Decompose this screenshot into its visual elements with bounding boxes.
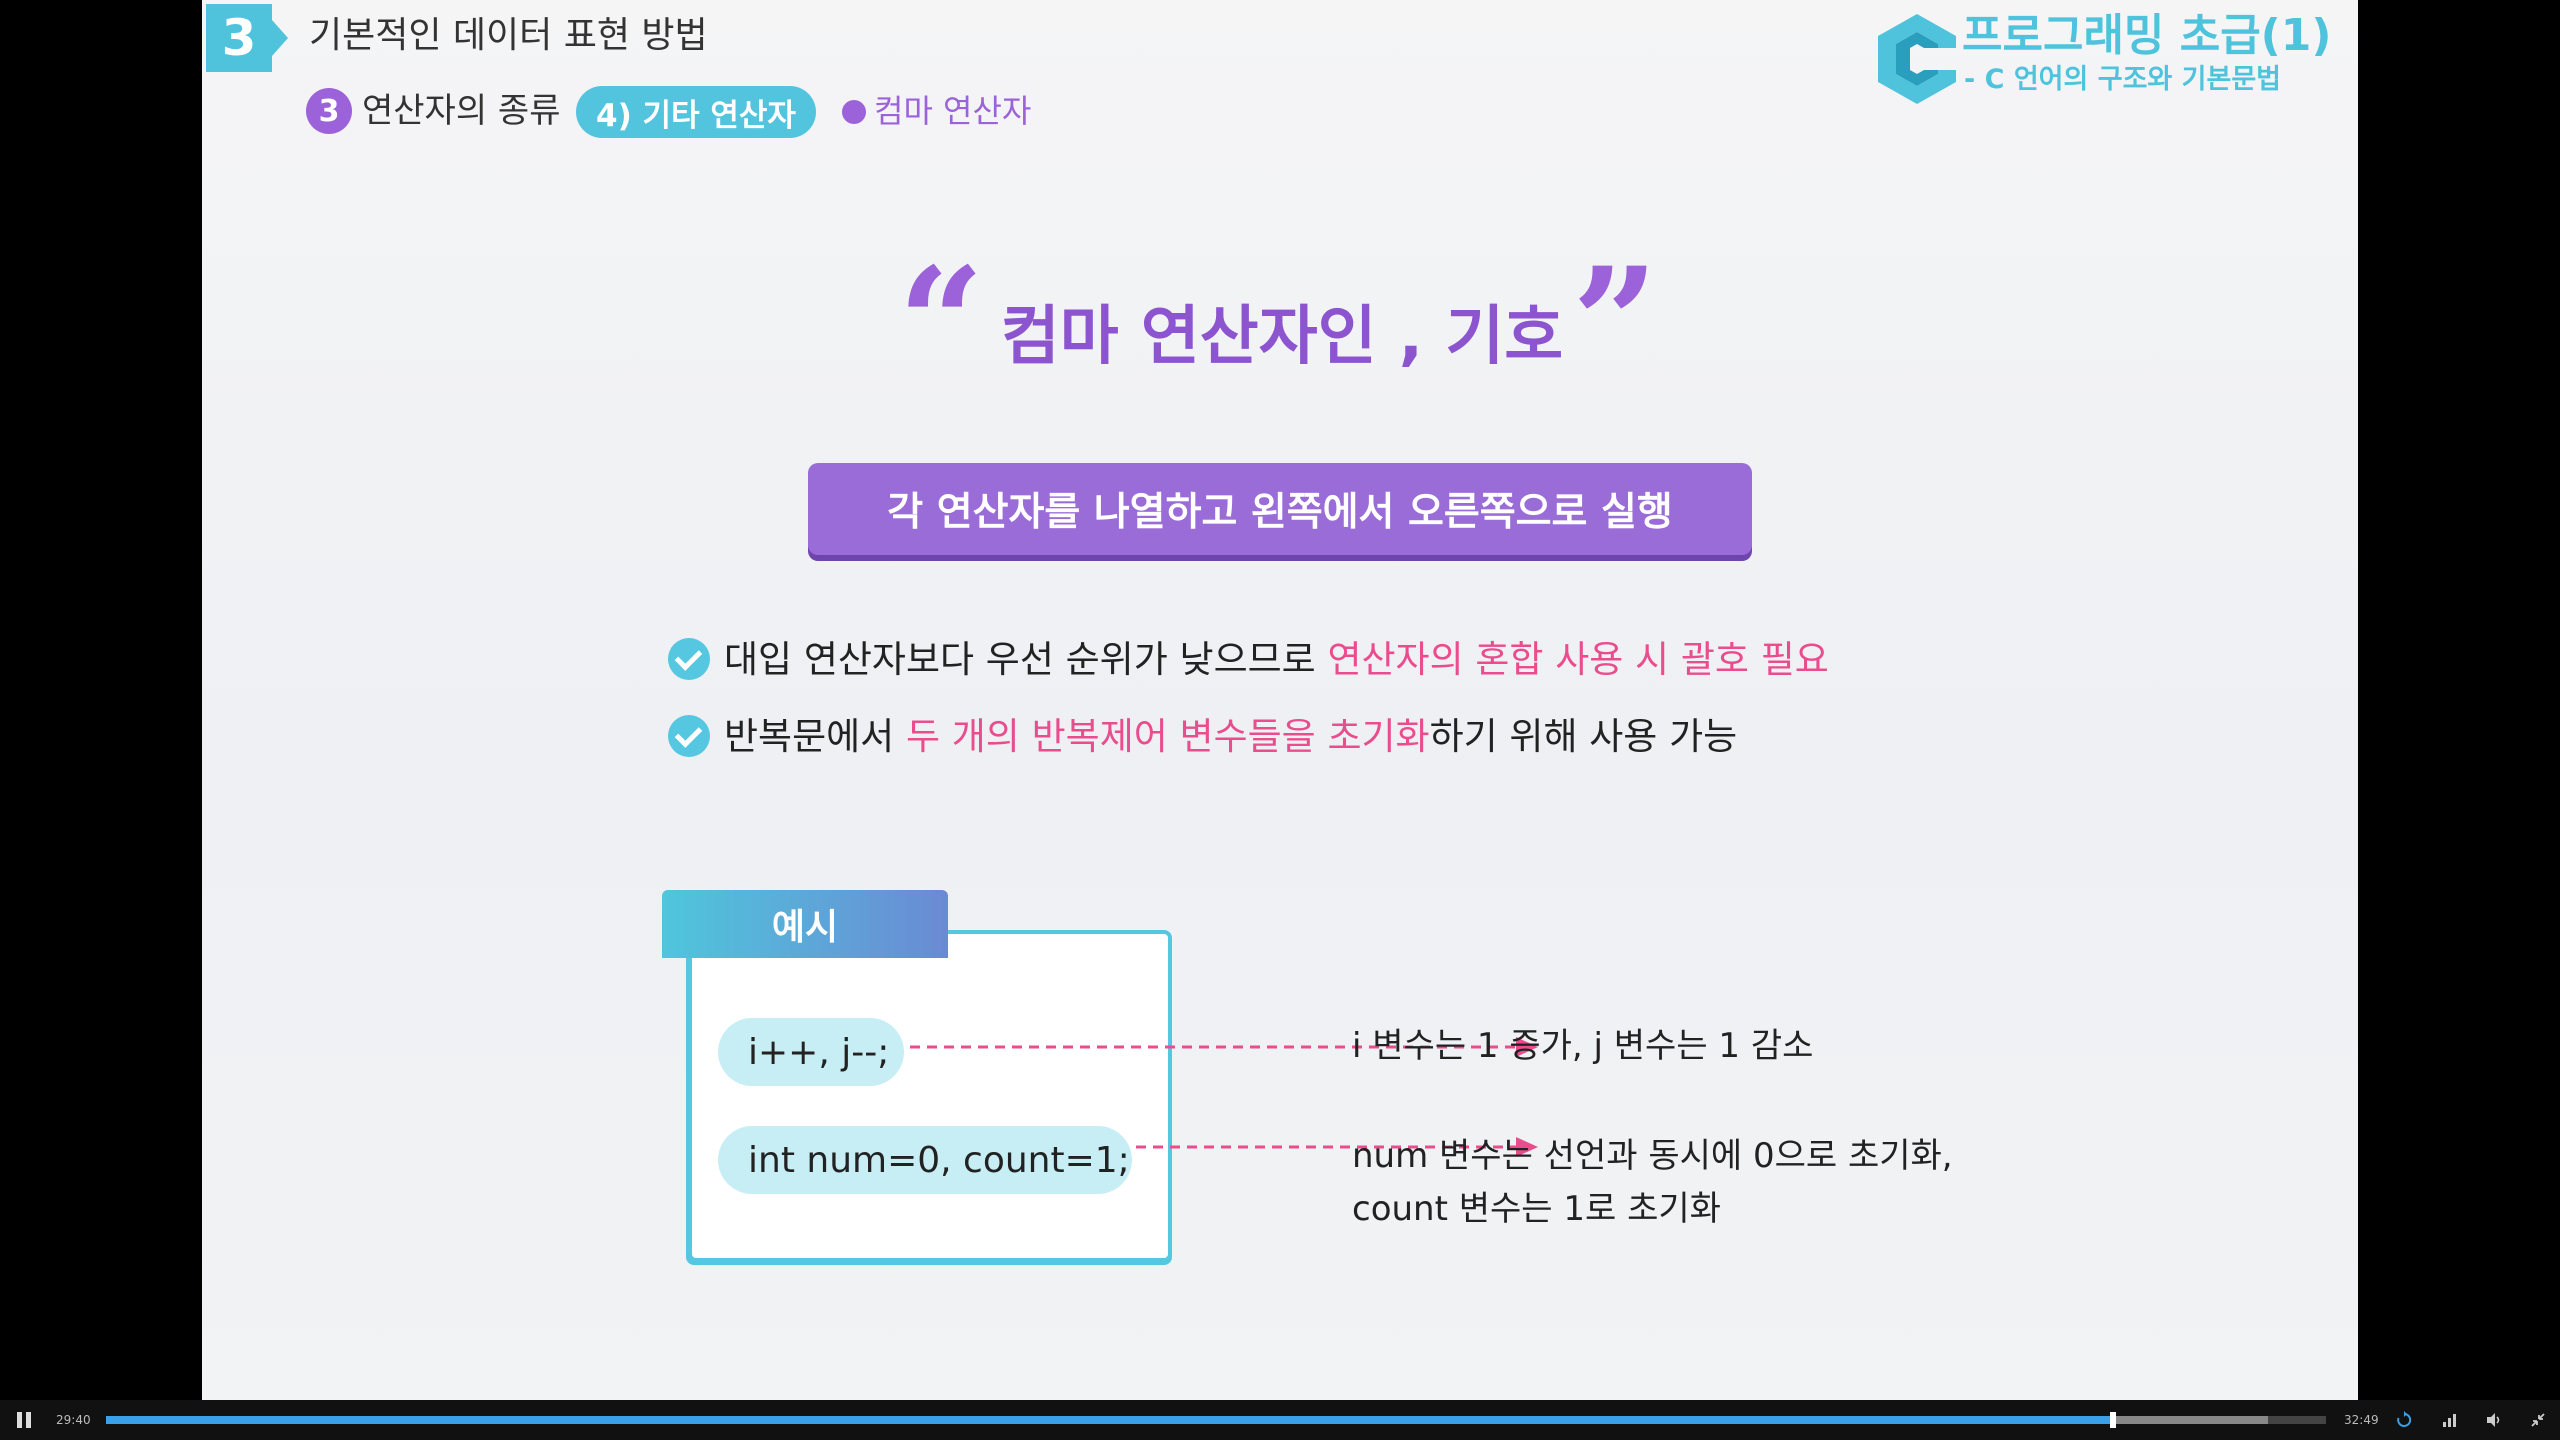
summary-banner: 각 연산자를 나열하고 왼쪽에서 오른쪽으로 실행 — [808, 463, 1752, 555]
bullet-text: 반복문에서 — [724, 715, 906, 758]
close-quote-icon: ” — [1572, 235, 1659, 411]
current-time: 29:40 — [56, 1413, 91, 1427]
course-title: 프로그래밍 초급(1) — [1962, 10, 2332, 61]
bullet-text: 대입 연산자보다 우선 순위가 낮으므로 — [724, 638, 1328, 681]
bullet-text-end: 하기 위해 사용 가능 — [1429, 715, 1738, 758]
breadcrumb-types: 연산자의 종류 — [362, 91, 561, 131]
bullet-point-1: 대입 연산자보다 우선 순위가 낮으므로 연산자의 혼합 사용 시 괄호 필요 — [668, 630, 1829, 690]
volume-icon[interactable] — [2484, 1410, 2504, 1430]
check-circle-icon — [668, 637, 710, 680]
lecture-slide: 3 기본적인 데이터 표현 방법 3 연산자의 종류 4) 기타 연산자 컴마 … — [202, 0, 2358, 1400]
duration-time: 32:49 — [2344, 1413, 2379, 1427]
fullscreen-exit-icon[interactable] — [2528, 1410, 2548, 1430]
bullet-highlight: 두 개의 반복제어 변수들을 초기화 — [905, 715, 1430, 758]
signal-icon[interactable] — [2440, 1410, 2460, 1430]
code-description-2b: count 변수는 1로 초기화 — [1352, 1189, 1721, 1229]
code-snippet-1: i++, j--; — [718, 1018, 904, 1086]
seek-handle[interactable] — [2110, 1412, 2116, 1428]
replay-icon[interactable] — [2394, 1410, 2414, 1430]
pause-icon[interactable] — [16, 1412, 32, 1428]
bullet-dot-icon — [842, 100, 866, 124]
breadcrumb-number-badge: 3 — [306, 88, 352, 134]
example-label: 예시 — [662, 890, 948, 958]
breadcrumb-topic: 컴마 연산자 — [874, 92, 1032, 130]
section-title: 기본적인 데이터 표현 방법 — [309, 15, 708, 56]
section-arrow-icon — [272, 20, 288, 56]
code-description-2: num 변수는 선언과 동시에 0으로 초기화, — [1352, 1136, 1953, 1176]
progress-fill — [106, 1416, 2113, 1424]
bullet-point-2: 반복문에서 두 개의 반복제어 변수들을 초기화하기 위해 사용 가능 — [668, 707, 1737, 767]
bullet-highlight: 연산자의 혼합 사용 시 괄호 필요 — [1327, 638, 1829, 681]
course-subtitle: - C 언어의 구조와 기본문법 — [1964, 64, 2282, 95]
check-circle-icon — [668, 714, 710, 757]
slide-title: 컴마 연산자인 , 기호 — [1000, 300, 1564, 374]
breadcrumb-category-pill: 4) 기타 연산자 — [576, 86, 816, 138]
code-description-1: i 변수는 1 증가, j 변수는 1 감소 — [1352, 1026, 1814, 1066]
section-number-badge: 3 — [206, 4, 272, 72]
c-logo-icon — [1878, 14, 1956, 104]
